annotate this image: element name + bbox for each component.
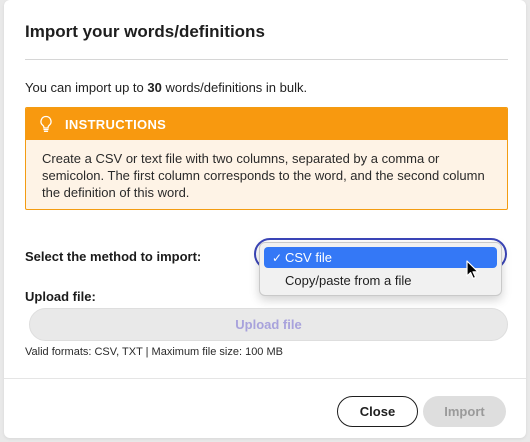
- checkmark-icon: ✓: [271, 250, 282, 265]
- instructions-panel: INSTRUCTIONS Create a CSV or text file w…: [25, 107, 508, 210]
- import-dialog: Import your words/definitions You can im…: [4, 0, 526, 438]
- option-label: Copy/paste from a file: [285, 273, 412, 288]
- instructions-heading: INSTRUCTIONS: [65, 116, 167, 132]
- mouse-pointer-icon: [466, 260, 479, 279]
- import-method-label: Select the method to import:: [25, 249, 202, 264]
- instructions-body: Create a CSV or text file with two colum…: [42, 151, 485, 200]
- upload-file-label: Upload file:: [25, 289, 96, 304]
- valid-formats-note: Valid formats: CSV, TXT | Maximum file s…: [25, 346, 283, 358]
- intro-suffix: words/definitions in bulk.: [161, 80, 308, 95]
- intro-prefix: You can import up to: [25, 80, 148, 95]
- close-button[interactable]: Close: [337, 396, 418, 427]
- option-label: CSV file: [285, 250, 332, 265]
- import-button[interactable]: Import: [423, 396, 506, 427]
- intro-count: 30: [147, 80, 162, 95]
- title-divider: [25, 59, 508, 60]
- instructions-header: INSTRUCTIONS: [26, 108, 507, 140]
- lightbulb-icon: [40, 115, 52, 133]
- dialog-title: Import your words/definitions: [25, 22, 265, 41]
- upload-file-button[interactable]: Upload file: [29, 308, 508, 341]
- intro-text: You can import up to 30 words/definition…: [25, 80, 307, 95]
- footer-divider: [4, 378, 526, 379]
- option-copy-paste[interactable]: Copy/paste from a file: [264, 270, 497, 291]
- option-csv-file[interactable]: ✓ CSV file: [264, 247, 497, 268]
